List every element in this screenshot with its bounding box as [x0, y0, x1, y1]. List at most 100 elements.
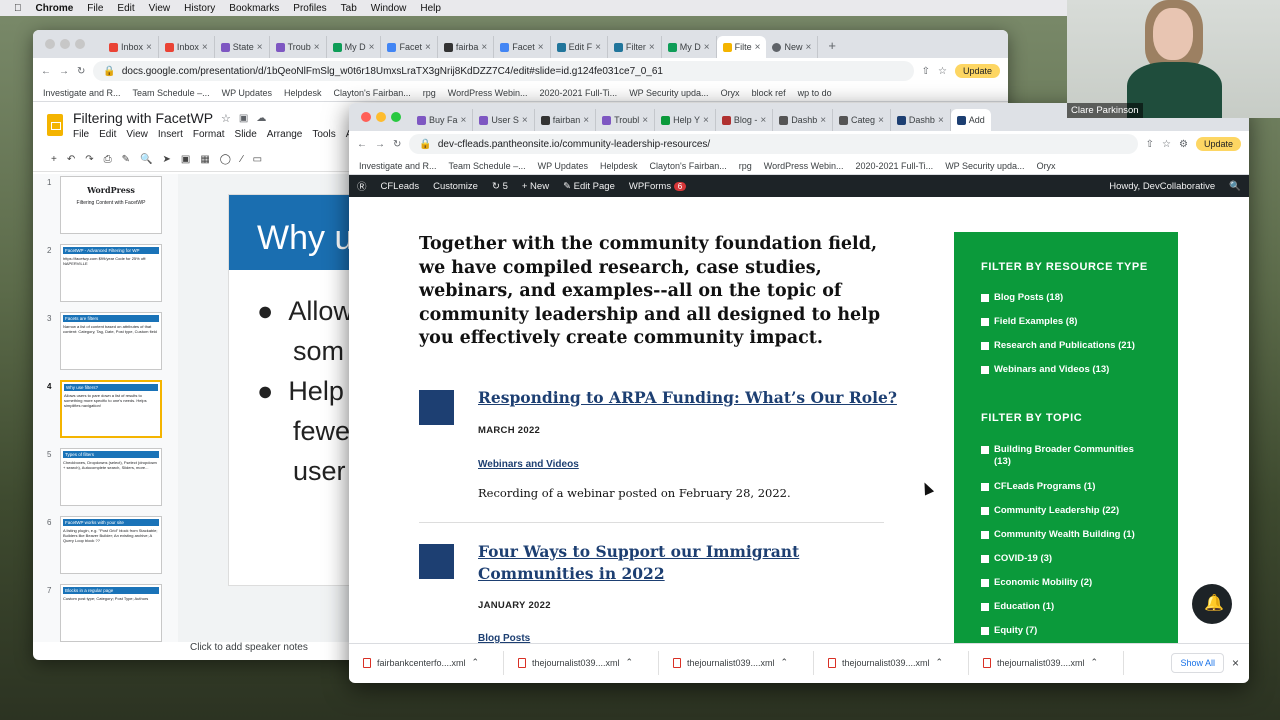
reload-icon[interactable]: ↻	[393, 139, 401, 150]
menu-edit[interactable]: Edit	[117, 3, 134, 14]
close-icon[interactable]: ×	[703, 115, 709, 126]
checkbox[interactable]	[981, 627, 989, 635]
shape-icon[interactable]: ◯	[220, 154, 231, 165]
browser-tab[interactable]: Buy Fa ×	[411, 109, 474, 131]
bookmark-item[interactable]: Oryx	[1037, 161, 1056, 171]
slide-thumbnail[interactable]: Blocks in a regular page Custom post type…	[60, 584, 162, 642]
app-menu[interactable]: Chrome	[36, 3, 74, 14]
bookmark-item[interactable]: WordPress Webin...	[764, 161, 844, 171]
extensions-icon[interactable]: ⚙	[1179, 139, 1188, 150]
slide-thumbnail[interactable]: FacetWP - Advanced Filtering for WP https…	[60, 244, 162, 302]
checkbox[interactable]	[981, 342, 989, 350]
close-icon[interactable]: ×	[704, 42, 710, 53]
menu-item[interactable]: File	[73, 129, 89, 140]
admin-edit-page[interactable]: ✎ Edit Page	[563, 181, 615, 192]
download-item[interactable]: fairbankcenterfo....xml ⌃	[349, 650, 504, 675]
chevron-up-icon[interactable]: ⌃	[472, 657, 480, 668]
entry-title-link[interactable]: Four Ways to Support our Immigrant Commun…	[478, 541, 799, 585]
bookmark-item[interactable]: wp to do	[798, 88, 832, 98]
menu-bookmarks[interactable]: Bookmarks	[229, 3, 279, 14]
browser-tab[interactable]: Filter ×	[608, 36, 662, 58]
browser-tab[interactable]: State ×	[215, 36, 270, 58]
browser-tab-active[interactable]: Add	[950, 109, 991, 131]
slide-thumbnail[interactable]: Facets are filters Narrow a list of conte…	[60, 312, 162, 370]
menu-view[interactable]: View	[149, 3, 171, 14]
bookmark-item[interactable]: 2020-2021 Full-Ti...	[855, 161, 933, 171]
close-icon[interactable]: ×	[820, 115, 826, 126]
reload-icon[interactable]: ↻	[77, 66, 85, 77]
admin-updates[interactable]: ↻ 5	[492, 181, 508, 192]
bookmark-item[interactable]: 2020-2021 Full-Ti...	[539, 88, 617, 98]
filter-checkbox-item[interactable]: Field Examples (8)	[981, 316, 1151, 328]
menu-help[interactable]: Help	[420, 3, 441, 14]
admin-site-name[interactable]: CFLeads	[381, 181, 420, 192]
bookmark-item[interactable]: rpg	[739, 161, 752, 171]
filter-checkbox-item[interactable]: Webinars and Videos (13)	[981, 364, 1151, 376]
select-icon[interactable]: ➤	[162, 154, 170, 165]
close-icon[interactable]: ×	[538, 42, 544, 53]
browser-tab[interactable]: User S ×	[473, 109, 535, 131]
close-icon[interactable]: ×	[202, 42, 208, 53]
cloud-icon[interactable]: ☁	[256, 113, 266, 124]
admin-customize[interactable]: Customize	[433, 181, 478, 192]
checkbox[interactable]	[981, 531, 989, 539]
browser-tab[interactable]: fairba ×	[438, 36, 495, 58]
close-window-icon[interactable]	[361, 112, 371, 122]
notification-bell-button[interactable]: 🔔	[1192, 584, 1232, 624]
back-icon[interactable]: ←	[41, 66, 51, 77]
browser-tab[interactable]: Facet ×	[381, 36, 438, 58]
close-icon[interactable]: ×	[878, 115, 884, 126]
close-icon[interactable]: ×	[583, 115, 589, 126]
checkbox[interactable]	[981, 483, 989, 491]
checkbox[interactable]	[981, 603, 989, 611]
line-icon[interactable]: ∕	[241, 154, 243, 165]
menu-profiles[interactable]: Profiles	[293, 3, 326, 14]
checkbox[interactable]	[981, 318, 989, 326]
browser-tab-active[interactable]: Filte ×	[716, 36, 767, 58]
browser-tab[interactable]: My D ×	[662, 36, 717, 58]
redo-icon[interactable]: ↷	[85, 154, 93, 165]
move-icon[interactable]: ▣	[239, 113, 248, 124]
filter-checkbox-item[interactable]: Building Broader Communities (13)	[981, 444, 1151, 468]
menu-history[interactable]: History	[184, 3, 215, 14]
menu-file[interactable]: File	[87, 3, 103, 14]
forward-icon[interactable]: →	[375, 139, 385, 150]
entry-category-link[interactable]: Blog Posts	[478, 633, 530, 643]
bookmark-item[interactable]: WP Security upda...	[945, 161, 1024, 171]
browser-tab[interactable]: Troub ×	[270, 36, 327, 58]
chevron-up-icon[interactable]: ⌃	[936, 657, 944, 668]
address-bar[interactable]: 🔒 docs.google.com/presentation/d/1bQeoNlF…	[93, 61, 914, 81]
slide-thumbnail[interactable]: WordPress Filtering Content with FacetWP	[60, 176, 162, 234]
menu-item[interactable]: Arrange	[267, 129, 303, 140]
close-icon[interactable]: ×	[1232, 656, 1239, 670]
close-icon[interactable]: ×	[146, 42, 152, 53]
entry-category-link[interactable]: Webinars and Videos	[478, 459, 579, 470]
close-icon[interactable]: ×	[314, 42, 320, 53]
browser-tab[interactable]: Facet ×	[494, 36, 551, 58]
star-icon[interactable]: ☆	[221, 112, 231, 125]
bookmark-item[interactable]: block ref	[752, 88, 786, 98]
bookmark-item[interactable]: Clayton's Fairban...	[333, 88, 410, 98]
new-slide-icon[interactable]: +	[51, 154, 57, 165]
minimize-window-icon[interactable]	[376, 112, 386, 122]
browser-tab[interactable]: Inbox ×	[159, 36, 215, 58]
new-tab-icon[interactable]: +	[828, 38, 836, 53]
close-icon[interactable]: ×	[755, 42, 761, 53]
browser-tab[interactable]: New ×	[766, 36, 819, 58]
filter-checkbox-item[interactable]: Research and Publications (21)	[981, 340, 1151, 352]
slide-thumbnail[interactable]: Types of filters Checkboxes, Dropdowns (s…	[60, 448, 162, 506]
browser-tab[interactable]: Blog - ×	[716, 109, 774, 131]
close-icon[interactable]: ×	[642, 115, 648, 126]
current-slide[interactable]: Why u ● Allow som ● Help fewe user	[228, 194, 358, 586]
minimize-window-icon[interactable]	[60, 39, 70, 49]
zoom-window-icon[interactable]	[391, 112, 401, 122]
close-icon[interactable]: ×	[522, 115, 528, 126]
menu-item[interactable]: View	[126, 129, 148, 140]
slides-logo-icon[interactable]	[47, 114, 63, 136]
filter-checkbox-item[interactable]: Economic Mobility (2)	[981, 577, 1151, 589]
download-item[interactable]: thejournalist039....xml ⌃	[659, 650, 814, 675]
share-icon[interactable]: ⇧	[922, 66, 930, 77]
checkbox[interactable]	[981, 366, 989, 374]
menu-item[interactable]: Edit	[99, 129, 116, 140]
bookmark-item[interactable]: WordPress Webin...	[448, 88, 528, 98]
